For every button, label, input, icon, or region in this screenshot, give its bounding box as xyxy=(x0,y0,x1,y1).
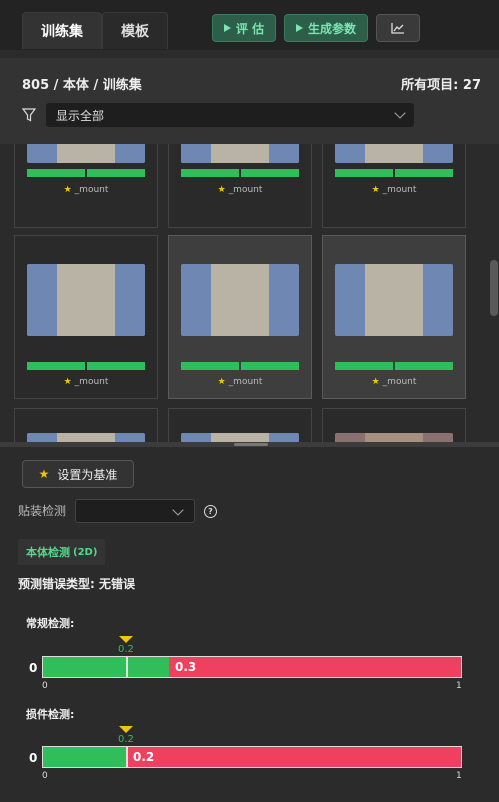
score-bars xyxy=(335,362,453,370)
score-bars xyxy=(27,169,145,177)
gauge-fill xyxy=(43,747,127,767)
card-label: _mount xyxy=(74,377,109,387)
component-thumbnail xyxy=(335,433,453,442)
threshold-line xyxy=(126,747,128,767)
star-icon: ★ xyxy=(371,377,380,387)
filter-select[interactable]: 显示全部 xyxy=(46,103,414,127)
component-thumbnail xyxy=(335,264,453,336)
star-icon: ★ xyxy=(38,467,50,481)
top-bar: 训练集 模板 评 估 生成参数 xyxy=(0,0,499,50)
gallery-card[interactable]: ★ _mount xyxy=(168,144,312,228)
star-icon: ★ xyxy=(63,377,72,387)
tab-bar: 训练集 模板 xyxy=(22,12,168,49)
score-gauge: 0.3 xyxy=(42,656,462,678)
gauge-min-label: 0 xyxy=(29,661,38,675)
subtab-suffix: (2D) xyxy=(73,546,98,558)
component-thumbnail xyxy=(335,144,453,163)
gallery-card[interactable] xyxy=(14,408,158,442)
tick-min: 0 xyxy=(42,771,48,781)
tab-body-detection[interactable]: 本体检测 (2D) xyxy=(18,539,106,565)
star-icon: ★ xyxy=(63,185,72,195)
card-label: _mount xyxy=(228,185,263,195)
mount-detect-label: 贴装检测 xyxy=(18,504,67,518)
card-label: _mount xyxy=(382,377,417,387)
component-thumbnail xyxy=(27,433,145,442)
gauge-title: 损件检测: xyxy=(26,708,75,721)
gallery-card[interactable]: ★ _mount xyxy=(322,144,466,228)
breadcrumb: 805 / 本体 / 训练集 xyxy=(22,78,142,93)
star-icon: ★ xyxy=(371,185,380,195)
tab-training-set[interactable]: 训练集 xyxy=(22,12,102,49)
score-gauge: 0.2 xyxy=(42,746,462,768)
component-thumbnail xyxy=(181,144,299,163)
component-thumbnail xyxy=(27,144,145,163)
threshold-value: 0.2 xyxy=(118,734,134,745)
threshold-marker[interactable] xyxy=(119,636,133,643)
generate-params-button[interactable]: 生成参数 xyxy=(284,14,368,42)
set-baseline-label: 设置为基准 xyxy=(57,467,118,482)
filter-value: 显示全部 xyxy=(56,108,105,123)
score-bars xyxy=(181,362,299,370)
tick-min: 0 xyxy=(42,681,48,691)
item-count: 所有项目: 27 xyxy=(401,78,481,93)
card-label: _mount xyxy=(382,185,417,195)
chevron-down-icon xyxy=(394,107,406,119)
score-bars xyxy=(27,362,145,370)
chart-button[interactable] xyxy=(376,14,420,42)
scrollbar-thumb[interactable] xyxy=(490,260,498,316)
prediction-text: 预测错误类型: 无错误 xyxy=(18,577,135,591)
chart-icon xyxy=(391,23,404,34)
subtab-label: 本体检测 xyxy=(26,546,70,559)
tick-max: 1 xyxy=(456,681,462,691)
star-icon: ★ xyxy=(217,185,226,195)
splitter-grip[interactable] xyxy=(234,443,268,446)
tick-max: 1 xyxy=(456,771,462,781)
image-gallery: ★ _mount ★ _mount ★ _mount ★ _mount ★ _mount … xyxy=(0,144,489,442)
play-icon xyxy=(223,24,231,32)
component-thumbnail xyxy=(181,433,299,442)
play-icon xyxy=(295,24,303,32)
gallery-card[interactable] xyxy=(168,408,312,442)
gallery-card[interactable]: ★ _mount xyxy=(14,144,158,228)
evaluate-button[interactable]: 评 估 xyxy=(212,14,276,42)
gauge-min-label: 0 xyxy=(29,751,38,765)
generate-label: 生成参数 xyxy=(307,21,356,36)
tab-template[interactable]: 模板 xyxy=(102,12,168,49)
mount-detect-select[interactable] xyxy=(75,499,195,523)
evaluate-label: 评 估 xyxy=(235,21,265,36)
filter-icon xyxy=(22,108,36,122)
component-thumbnail xyxy=(27,264,145,336)
list-header: 805 / 本体 / 训练集 所有项目: 27 显示全部 xyxy=(0,58,499,144)
star-icon: ★ xyxy=(217,377,226,387)
set-baseline-button[interactable]: ★ 设置为基准 xyxy=(22,460,134,488)
gauge-title: 常规检测: xyxy=(26,617,75,630)
gallery-card[interactable]: ★ _mount xyxy=(14,235,158,399)
chevron-down-icon xyxy=(172,504,184,516)
gallery-card[interactable] xyxy=(322,408,466,442)
threshold-value: 0.2 xyxy=(118,644,134,655)
score-bars xyxy=(181,169,299,177)
score-bars xyxy=(335,169,453,177)
score-value: 0.2 xyxy=(133,750,155,764)
card-label: _mount xyxy=(74,185,109,195)
score-value: 0.3 xyxy=(175,660,197,674)
threshold-line xyxy=(126,657,128,677)
gallery-scrollbar[interactable] xyxy=(489,144,499,442)
threshold-marker[interactable] xyxy=(119,726,133,733)
component-thumbnail xyxy=(181,264,299,336)
help-icon[interactable]: ? xyxy=(204,505,217,518)
card-label: _mount xyxy=(228,377,263,387)
gallery-card[interactable]: ★ _mount xyxy=(322,235,466,399)
detail-panel: ★ 设置为基准 贴装检测 ? 本体检测 (2D) 预测错误类型: 无错误 常规检… xyxy=(0,447,499,802)
gauge-fill xyxy=(43,657,169,677)
gallery-card[interactable]: ★ _mount xyxy=(168,235,312,399)
